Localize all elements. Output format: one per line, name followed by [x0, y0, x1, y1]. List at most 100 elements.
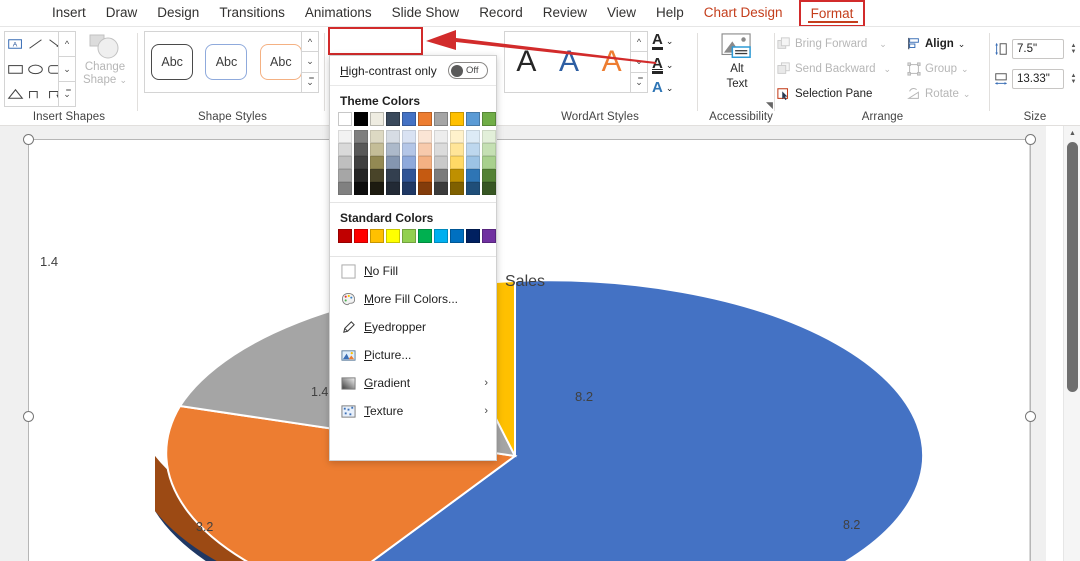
- standard-color-swatch-0[interactable]: [338, 229, 352, 243]
- tab-insert[interactable]: Insert: [42, 0, 96, 26]
- send-backward-caret-icon[interactable]: ⌄: [884, 64, 892, 75]
- rotate-caret-icon[interactable]: ⌄: [963, 89, 971, 100]
- group-button[interactable]: Group ⌄: [907, 58, 969, 80]
- selection-handle-top-right[interactable]: [1025, 134, 1036, 145]
- shape-fill-dropdown-menu[interactable]: High-contrast only Off Theme Colors Stan…: [329, 55, 497, 461]
- theme-shade-column-7[interactable]: [450, 130, 464, 195]
- submenu-arrow-icon[interactable]: ›: [484, 405, 488, 417]
- send-backward-button[interactable]: Send Backward ⌄: [777, 58, 891, 80]
- theme-shade-7-0[interactable]: [450, 130, 464, 143]
- selection-handle-top-left[interactable]: [23, 134, 34, 145]
- theme-shade-6-4[interactable]: [434, 182, 448, 195]
- theme-shade-4-1[interactable]: [402, 143, 416, 156]
- theme-shade-6-1[interactable]: [434, 143, 448, 156]
- theme-shade-2-0[interactable]: [370, 130, 384, 143]
- tab-slide-show[interactable]: Slide Show: [382, 0, 470, 26]
- standard-color-swatch-8[interactable]: [466, 229, 480, 243]
- shape-textbox-icon[interactable]: A: [7, 37, 24, 51]
- tab-review[interactable]: Review: [533, 0, 597, 26]
- theme-shade-1-2[interactable]: [354, 156, 368, 169]
- theme-shade-9-0[interactable]: [482, 130, 496, 143]
- standard-color-swatch-4[interactable]: [402, 229, 416, 243]
- theme-shade-7-4[interactable]: [450, 182, 464, 195]
- theme-shade-1-1[interactable]: [354, 143, 368, 156]
- theme-shade-0-2[interactable]: [338, 156, 352, 169]
- theme-shade-0-1[interactable]: [338, 143, 352, 156]
- shape-elbow-connector-icon[interactable]: [27, 87, 44, 101]
- alt-text-button[interactable]: Alt Text: [710, 33, 764, 105]
- theme-color-swatch-0[interactable]: [338, 112, 352, 126]
- scrollbar-thumb[interactable]: [1067, 142, 1078, 392]
- bring-forward-caret-icon[interactable]: ⌄: [879, 39, 887, 50]
- bring-forward-button[interactable]: Bring Forward ⌄: [777, 33, 887, 55]
- menu-item-picture[interactable]: Picture...: [330, 341, 496, 369]
- shape-width-input[interactable]: 13.33": [1012, 69, 1064, 89]
- shape-height-spinner[interactable]: ▲ ▼: [1068, 39, 1079, 59]
- tab-draw[interactable]: Draw: [96, 0, 148, 26]
- tab-format[interactable]: Format: [798, 0, 866, 27]
- standard-color-swatch-1[interactable]: [354, 229, 368, 243]
- tab-view[interactable]: View: [597, 0, 646, 26]
- theme-shade-column-3[interactable]: [386, 130, 400, 195]
- theme-shade-3-2[interactable]: [386, 156, 400, 169]
- theme-shade-column-1[interactable]: [354, 130, 368, 195]
- align-button[interactable]: Align ⌄: [907, 33, 965, 55]
- theme-color-swatch-4[interactable]: [402, 112, 416, 126]
- theme-shade-1-4[interactable]: [354, 182, 368, 195]
- shapes-more-button[interactable]: ⌄̅: [58, 81, 76, 107]
- theme-shade-2-3[interactable]: [370, 169, 384, 182]
- menu-item-gradient[interactable]: Gradient ›: [330, 369, 496, 397]
- theme-shade-3-3[interactable]: [386, 169, 400, 182]
- wordart-more-button[interactable]: ⌄̅: [630, 71, 648, 93]
- theme-color-swatch-8[interactable]: [466, 112, 480, 126]
- shape-rectangle-icon[interactable]: [7, 62, 24, 76]
- shape-oval-icon[interactable]: [27, 62, 44, 76]
- selection-handle-middle-left[interactable]: [23, 411, 34, 422]
- theme-shade-7-3[interactable]: [450, 169, 464, 182]
- theme-shade-column-5[interactable]: [418, 130, 432, 195]
- shape-styles-scroll[interactable]: ^ ⌄ ⌄̅: [301, 31, 319, 93]
- chart-title[interactable]: Sales: [505, 273, 545, 291]
- theme-shade-6-3[interactable]: [434, 169, 448, 182]
- shape-styles-gallery[interactable]: Abc Abc Abc: [144, 31, 309, 93]
- shape-triangle-icon[interactable]: [7, 87, 24, 101]
- standard-color-swatch-7[interactable]: [450, 229, 464, 243]
- theme-shade-column-2[interactable]: [370, 130, 384, 195]
- change-shape-button[interactable]: Change Shape ⌄: [80, 33, 130, 107]
- shapes-scroll-down[interactable]: ⌄: [58, 56, 76, 81]
- theme-color-swatch-1[interactable]: [354, 112, 368, 126]
- shape-style-preset-2[interactable]: Abc: [205, 44, 248, 80]
- rotate-button[interactable]: Rotate ⌄: [907, 83, 970, 105]
- selection-handle-middle-right[interactable]: [1025, 411, 1036, 422]
- pie-chart[interactable]: 8.2 3.2 1.4: [0, 126, 1046, 561]
- text-fill-caret-icon[interactable]: ⌄: [666, 36, 674, 47]
- standard-colors-swatches[interactable]: [330, 229, 496, 249]
- theme-shade-column-8[interactable]: [466, 130, 480, 195]
- theme-shade-1-3[interactable]: [354, 169, 368, 182]
- theme-shade-3-4[interactable]: [386, 182, 400, 195]
- theme-color-swatch-7[interactable]: [450, 112, 464, 126]
- standard-color-swatch-6[interactable]: [434, 229, 448, 243]
- theme-shade-9-2[interactable]: [482, 156, 496, 169]
- theme-shade-2-1[interactable]: [370, 143, 384, 156]
- theme-shade-6-2[interactable]: [434, 156, 448, 169]
- theme-shade-9-3[interactable]: [482, 169, 496, 182]
- tab-help[interactable]: Help: [646, 0, 694, 26]
- theme-shade-column-6[interactable]: [434, 130, 448, 195]
- tab-record[interactable]: Record: [469, 0, 533, 26]
- theme-shade-5-2[interactable]: [418, 156, 432, 169]
- theme-shade-0-0[interactable]: [338, 130, 352, 143]
- text-effects-button[interactable]: A ⌄: [652, 80, 674, 95]
- menu-item-no-fill[interactable]: No Fill: [330, 257, 496, 285]
- vertical-scrollbar[interactable]: ▲: [1063, 126, 1080, 561]
- shape-width-spinner[interactable]: ▲ ▼: [1068, 69, 1079, 89]
- shape-style-preset-1[interactable]: Abc: [151, 44, 194, 80]
- shapes-gallery[interactable]: A: [4, 31, 66, 107]
- theme-color-shades[interactable]: [330, 126, 496, 195]
- text-effects-caret-icon[interactable]: ⌄: [666, 83, 674, 94]
- theme-shade-8-4[interactable]: [466, 182, 480, 195]
- menu-item-more-fill-colors[interactable]: More Fill Colors...: [330, 285, 496, 313]
- shapes-gallery-scroll[interactable]: ^ ⌄ ⌄̅: [58, 31, 76, 107]
- shape-style-preset-3[interactable]: Abc: [259, 44, 302, 80]
- theme-color-swatch-2[interactable]: [370, 112, 384, 126]
